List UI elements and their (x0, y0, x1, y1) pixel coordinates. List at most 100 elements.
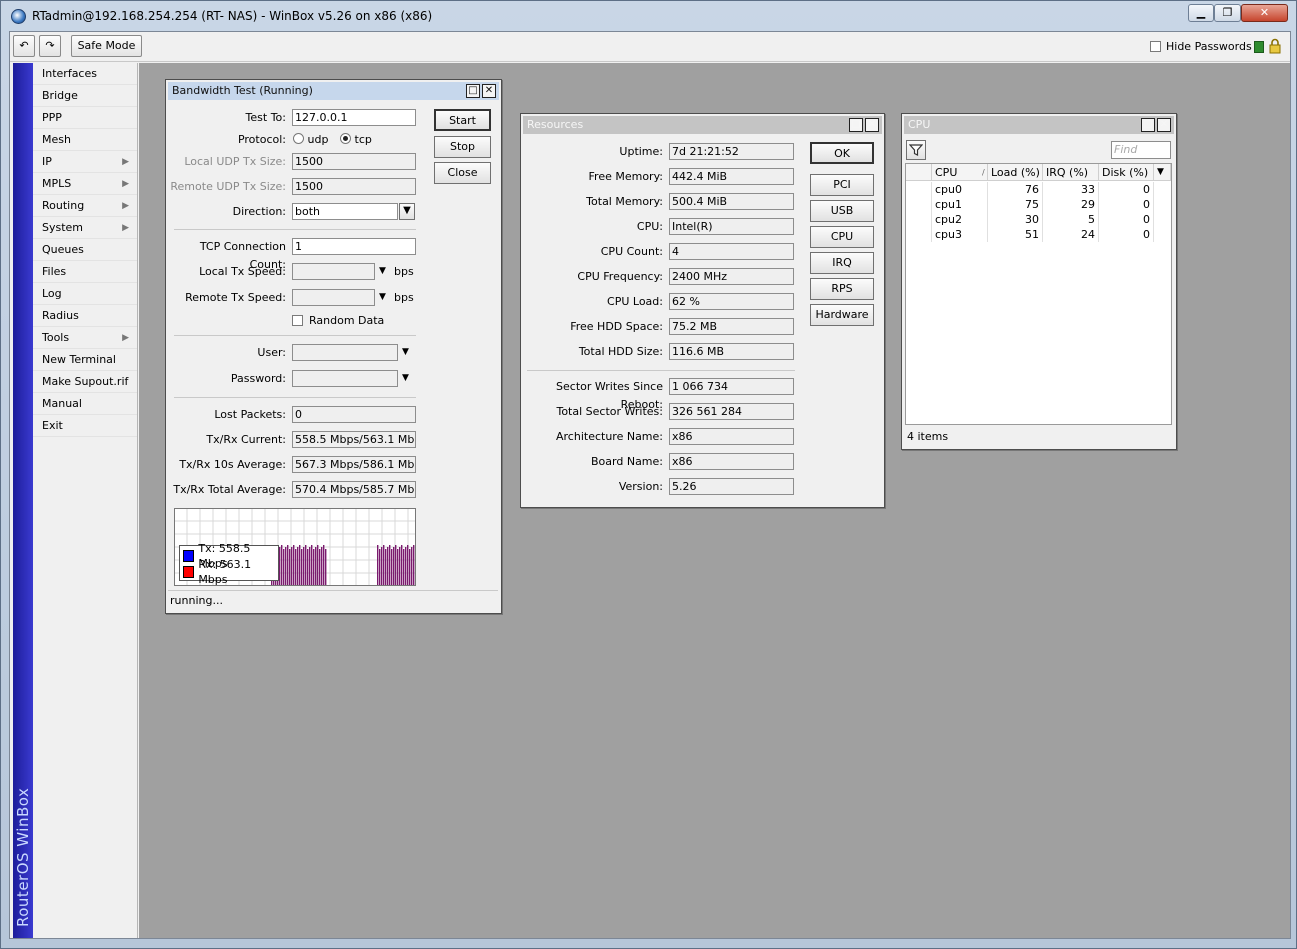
bandwidth-test-titlebar[interactable]: Bandwidth Test (Running) □ ✕ (168, 82, 499, 100)
winbox-window: RTadmin@192.168.254.254 (RT- NAS) - WinB… (0, 0, 1297, 949)
menu-item-radius[interactable]: Radius (33, 305, 137, 327)
close-subwindow-button[interactable]: ✕ (865, 118, 879, 132)
remote-udp-tx-size-input[interactable]: 1500 (292, 178, 416, 195)
table-row[interactable]: cpu1 75 29 0 (906, 197, 1171, 212)
hide-passwords-label: Hide Passwords (1166, 40, 1252, 53)
maximize-subwindow-button[interactable]: □ (1141, 118, 1155, 132)
protocol-tcp-option[interactable]: tcp (340, 133, 372, 147)
hardware-button[interactable]: Hardware (810, 304, 874, 326)
resource-value: x86 (669, 453, 794, 470)
table-row[interactable]: cpu3 51 24 0 (906, 227, 1171, 242)
close-subwindow-button[interactable]: ✕ (1157, 118, 1171, 132)
graph-bar (387, 547, 389, 585)
menu-item-interfaces[interactable]: Interfaces (33, 63, 137, 85)
cpu-item-count: 4 items (907, 430, 949, 443)
menu-item-queues[interactable]: Queues (33, 239, 137, 261)
menu-item-mesh[interactable]: Mesh (33, 129, 137, 151)
close-button[interactable]: Close (434, 162, 491, 184)
filter-button[interactable] (906, 140, 926, 160)
irq-button[interactable]: IRQ (810, 252, 874, 274)
status-text: running... (170, 594, 223, 607)
maximize-button[interactable]: ❐ (1214, 4, 1241, 22)
menu-item-new-terminal[interactable]: New Terminal (33, 349, 137, 371)
udp-label: udp (307, 133, 329, 146)
rps-button[interactable]: RPS (810, 278, 874, 300)
find-input[interactable]: Find (1111, 141, 1171, 159)
resource-value: Intel(R) (669, 218, 794, 235)
column-header[interactable]: CPU (932, 164, 988, 181)
hide-passwords-checkbox[interactable] (1150, 41, 1161, 52)
graph-bar (377, 545, 379, 585)
submenu-arrow-icon: ▶ (122, 157, 129, 167)
remote-tx-speed-dropdown-icon[interactable]: ▼ (379, 292, 386, 302)
graph-bar (411, 547, 413, 585)
menu-item-system[interactable]: System ▶ (33, 217, 137, 239)
resources-title: Resources (527, 118, 584, 131)
maximize-subwindow-button[interactable]: □ (849, 118, 863, 132)
random-data-option[interactable]: Random Data (292, 314, 384, 327)
minimize-button[interactable]: ▁ (1188, 4, 1214, 22)
menu-item-bridge[interactable]: Bridge (33, 85, 137, 107)
stop-button[interactable]: Stop (434, 136, 491, 158)
user-dropdown-icon[interactable]: ▼ (402, 347, 409, 357)
graph-bar (289, 549, 291, 585)
redo-button[interactable]: ↷ (39, 35, 61, 57)
column-header[interactable]: Load (%) (988, 164, 1043, 181)
test-to-input[interactable]: 127.0.0.1 (292, 109, 416, 126)
random-data-checkbox[interactable] (292, 315, 303, 326)
column-header[interactable]: Disk (%) (1099, 164, 1154, 181)
cpu-load-cell: 76 (988, 182, 1043, 197)
title-bar[interactable]: RTadmin@192.168.254.254 (RT- NAS) - WinB… (1, 1, 1296, 31)
hide-passwords-toggle[interactable]: Hide Passwords (1150, 40, 1252, 53)
local-udp-tx-size-input[interactable]: 1500 (292, 153, 416, 170)
menu-item-log[interactable]: Log (33, 283, 137, 305)
menu-item-make-supout[interactable]: Make Supout.rif (33, 371, 137, 393)
graph-bar (405, 547, 407, 585)
usb-button[interactable]: USB (810, 200, 874, 222)
pci-button[interactable]: PCI (810, 174, 874, 196)
cpu-button[interactable]: CPU (810, 226, 874, 248)
menu-item-routing[interactable]: Routing ▶ (33, 195, 137, 217)
menu-item-ip[interactable]: IP ▶ (33, 151, 137, 173)
column-header[interactable]: IRQ (%) (1043, 164, 1099, 181)
legend-rx: Rx: 563.1 Mbps (183, 558, 278, 585)
user-input[interactable] (292, 344, 398, 361)
tcp-radio[interactable] (340, 133, 351, 144)
local-tx-speed-dropdown-icon[interactable]: ▼ (379, 266, 386, 276)
menu-item-tools[interactable]: Tools ▶ (33, 327, 137, 349)
menu-item-manual[interactable]: Manual (33, 393, 137, 415)
maximize-subwindow-button[interactable]: □ (466, 84, 480, 98)
table-row[interactable]: cpu0 76 33 0 (906, 182, 1171, 197)
menu-item-ppp[interactable]: PPP (33, 107, 137, 129)
menu-item-mpls[interactable]: MPLS ▶ (33, 173, 137, 195)
password-dropdown-icon[interactable]: ▼ (402, 373, 409, 383)
direction-select[interactable]: both (292, 203, 398, 220)
resources-titlebar[interactable]: Resources □ ✕ (523, 116, 882, 134)
columns-menu-button[interactable]: ▼ (1154, 164, 1171, 181)
tcp-connection-count-input[interactable]: 1 (292, 238, 416, 255)
graph-bar (323, 545, 325, 585)
menu-item-exit[interactable]: Exit (33, 415, 137, 437)
cpu-titlebar[interactable]: CPU □ ✕ (904, 116, 1174, 134)
menu-label: PPP (42, 111, 62, 124)
graph-bar (401, 545, 403, 585)
safe-mode-button[interactable]: Safe Mode (71, 35, 142, 57)
ok-button[interactable]: OK (810, 142, 874, 164)
remote-tx-speed-input[interactable] (292, 289, 375, 306)
menu-label: Tools (42, 331, 70, 344)
protocol-udp-option[interactable]: udp (293, 133, 328, 147)
resource-label: CPU Frequency: (577, 270, 663, 283)
local-tx-speed-input[interactable] (292, 263, 375, 280)
bandwidth-test-window: Bandwidth Test (Running) □ ✕ Test To: 12… (165, 79, 502, 614)
undo-button[interactable]: ↶ (13, 35, 35, 57)
direction-dropdown-button[interactable]: ▼ (399, 203, 415, 220)
udp-radio[interactable] (293, 133, 304, 144)
table-row[interactable]: cpu2 30 5 0 (906, 212, 1171, 227)
graph-bar (283, 549, 285, 585)
start-button[interactable]: Start (434, 109, 491, 131)
close-subwindow-button[interactable]: ✕ (482, 84, 496, 98)
password-input[interactable] (292, 370, 398, 387)
graph-bar (299, 545, 301, 585)
close-window-button[interactable]: ✕ (1241, 4, 1288, 22)
menu-item-files[interactable]: Files (33, 261, 137, 283)
